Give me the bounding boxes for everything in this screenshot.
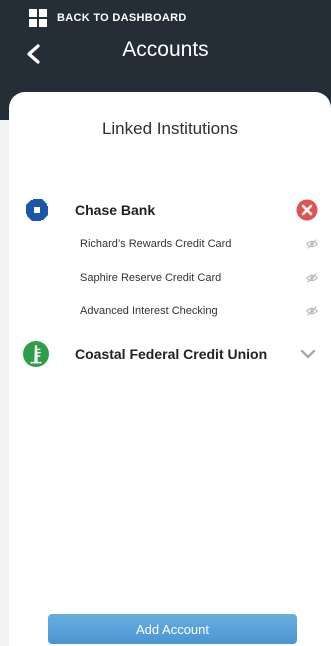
eye-slash-icon[interactable] bbox=[305, 304, 319, 318]
account-row[interactable]: Saphire Reserve Credit Card bbox=[80, 268, 319, 288]
chevron-down-icon[interactable] bbox=[300, 346, 316, 362]
institution-name: Coastal Federal Credit Union bbox=[75, 346, 268, 362]
remove-icon[interactable] bbox=[296, 199, 318, 221]
accounts-screen: BACK TO DASHBOARD Accounts Linked Instit… bbox=[0, 0, 331, 646]
account-row[interactable]: Richard’s Rewards Credit Card bbox=[80, 234, 319, 254]
account-name: Advanced Interest Checking bbox=[80, 305, 218, 317]
account-name: Richard’s Rewards Credit Card bbox=[80, 238, 232, 250]
account-row[interactable]: Advanced Interest Checking bbox=[80, 301, 319, 321]
back-to-dashboard-label: BACK TO DASHBOARD bbox=[57, 12, 187, 24]
institution-name: Chase Bank bbox=[75, 202, 156, 218]
back-to-dashboard-link[interactable]: BACK TO DASHBOARD bbox=[29, 9, 187, 27]
page-title: Accounts bbox=[122, 38, 209, 61]
linked-institutions-panel: Linked Institutions Chase Bank Richard’s… bbox=[9, 92, 331, 646]
coastal-logo-icon bbox=[23, 341, 49, 367]
chase-logo-icon bbox=[26, 199, 48, 221]
eye-slash-icon[interactable] bbox=[305, 271, 319, 285]
section-title: Linked Institutions bbox=[101, 119, 239, 138]
account-name: Saphire Reserve Credit Card bbox=[80, 272, 222, 284]
eye-slash-icon[interactable] bbox=[305, 237, 319, 251]
institution-coastal[interactable]: Coastal Federal Credit Union bbox=[9, 338, 331, 370]
add-account-button[interactable]: Add Account bbox=[48, 614, 297, 644]
institution-chase[interactable]: Chase Bank bbox=[9, 194, 331, 226]
dashboard-icon bbox=[29, 9, 47, 27]
